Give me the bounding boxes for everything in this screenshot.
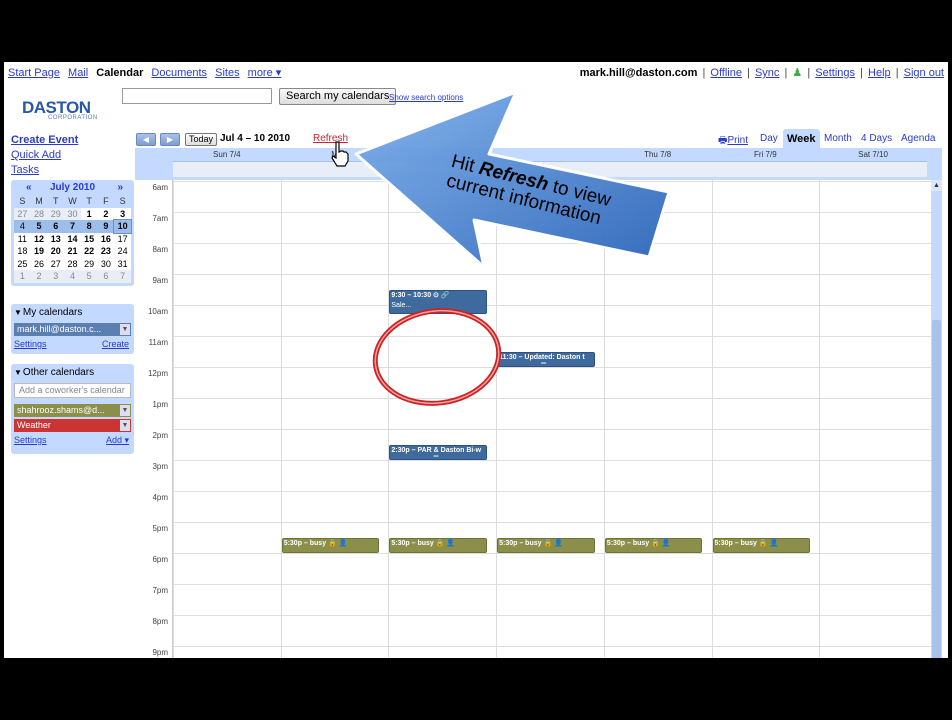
highlight-circle-icon: [372, 308, 502, 406]
hand-cursor-icon: [331, 141, 349, 167]
calendar-window: Start Page Mail Calendar Documents Sites…: [4, 62, 948, 658]
tutorial-overlay: [354, 90, 671, 406]
